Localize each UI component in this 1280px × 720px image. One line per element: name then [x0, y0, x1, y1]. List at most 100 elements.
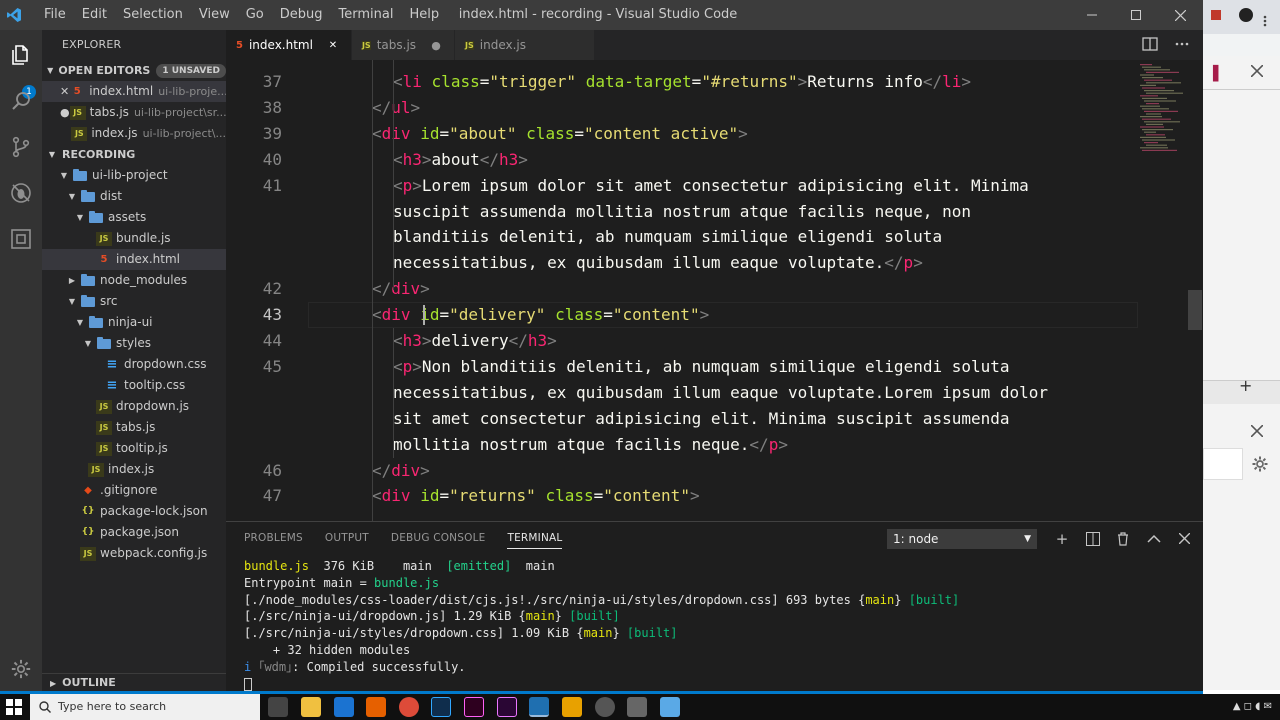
- menu-item-terminal[interactable]: Terminal: [331, 0, 402, 30]
- new-terminal-button[interactable]: +: [1051, 528, 1073, 550]
- maximize-button[interactable]: [1114, 0, 1158, 30]
- debug-activity-button[interactable]: [0, 170, 42, 216]
- open-editors-header[interactable]: ▼ OPEN EDITORS 1 UNSAVED: [42, 60, 226, 81]
- chrome-icon[interactable]: [399, 697, 419, 717]
- close-window-button[interactable]: [1158, 0, 1202, 30]
- tab-tabs-js[interactable]: JS tabs.js ●: [351, 30, 456, 60]
- tree-item-label: .gitignore: [100, 483, 158, 497]
- sublime-icon[interactable]: [562, 697, 582, 717]
- tree-item-label: node_modules: [100, 273, 188, 287]
- tree-item[interactable]: ▶ node_modules: [42, 270, 226, 291]
- tree-item[interactable]: ▼ src: [42, 291, 226, 312]
- premiere-icon[interactable]: [497, 697, 517, 717]
- menu-item-debug[interactable]: Debug: [272, 0, 331, 30]
- gear-icon[interactable]: [1251, 455, 1269, 477]
- close-icon[interactable]: ✕: [60, 81, 69, 102]
- tree-item[interactable]: JS index.js: [42, 459, 226, 480]
- plus-icon[interactable]: +: [1239, 376, 1252, 395]
- kill-terminal-button[interactable]: [1112, 528, 1134, 550]
- xd-icon[interactable]: [464, 697, 484, 717]
- unsaved-dot-icon[interactable]: ●: [428, 39, 444, 52]
- menu-item-edit[interactable]: Edit: [74, 0, 115, 30]
- search-activity-button[interactable]: [0, 78, 42, 124]
- menu-item-selection[interactable]: Selection: [115, 0, 191, 30]
- obs-icon[interactable]: [595, 697, 615, 717]
- panel-tab-debug-console[interactable]: DEBUG CONSOLE: [391, 532, 486, 549]
- open-editor-item[interactable]: ● JS tabs.js ui-lib-project\sr...: [42, 102, 226, 123]
- extensions-activity-button[interactable]: [0, 216, 42, 262]
- minimize-button[interactable]: [1070, 0, 1114, 30]
- minimap-line: [1144, 142, 1158, 144]
- folder-icon: [80, 273, 96, 288]
- manage-activity-button[interactable]: [0, 646, 42, 692]
- split-editor-icon[interactable]: [1142, 36, 1158, 52]
- project-header[interactable]: ▼ RECORDING: [42, 144, 226, 165]
- tab-index-js[interactable]: JS index.js: [455, 30, 596, 60]
- minimap-line: [1144, 100, 1176, 102]
- split-terminal-button[interactable]: [1082, 528, 1104, 550]
- chevron-right-icon: ▶: [68, 276, 76, 285]
- menu-item-go[interactable]: Go: [238, 0, 272, 30]
- code-editor[interactable]: 37 <li class="trigger" data-target="#retu…: [226, 60, 1203, 521]
- tree-item[interactable]: ▼ ui-lib-project: [42, 165, 226, 186]
- panel-tab-output[interactable]: OUTPUT: [325, 532, 369, 549]
- terminal-output[interactable]: bundle.js 376 KiB main [emitted] main Ent…: [244, 558, 959, 692]
- tree-item[interactable]: JS bundle.js: [42, 228, 226, 249]
- tree-item[interactable]: 5 index.html: [42, 249, 226, 270]
- close-panel-button[interactable]: [1173, 528, 1195, 550]
- taskbar-search-box[interactable]: Type here to search: [30, 694, 260, 720]
- open-editor-path: ui-lib-project\...: [142, 127, 226, 140]
- code-text: <h3>delivery</h3>: [393, 328, 557, 354]
- tab-index-html[interactable]: 5 index.html ✕: [226, 30, 352, 60]
- panel-tab-terminal[interactable]: TERMINAL: [507, 532, 563, 549]
- edge-icon[interactable]: [334, 697, 354, 717]
- indent-guide: [372, 60, 373, 521]
- app-icon[interactable]: [660, 697, 680, 717]
- tree-item[interactable]: JS tabs.js: [42, 417, 226, 438]
- more-actions-icon[interactable]: [1174, 36, 1190, 52]
- source-control-activity-button[interactable]: [0, 124, 42, 170]
- open-editor-item[interactable]: ✕ 5 index.html ui-lib-proje...: [42, 81, 226, 102]
- tree-item[interactable]: ▼ dist: [42, 186, 226, 207]
- tree-item[interactable]: {} package-lock.json: [42, 501, 226, 522]
- tree-item[interactable]: {} package.json: [42, 522, 226, 543]
- tree-item[interactable]: JS tooltip.js: [42, 438, 226, 459]
- code-text: blanditiis deleniti, ab numquam similiqu…: [393, 224, 942, 250]
- maximize-panel-button[interactable]: [1143, 528, 1165, 550]
- windows-start-icon[interactable]: [6, 699, 22, 715]
- photoshop-icon[interactable]: [431, 697, 451, 717]
- minimap-line: [1142, 149, 1177, 151]
- tree-item[interactable]: JS dropdown.js: [42, 396, 226, 417]
- terminal-select[interactable]: 1: node ▼: [887, 529, 1037, 549]
- panel-tab-problems[interactable]: PROBLEMS: [244, 532, 303, 549]
- outline-header[interactable]: ▶ OUTLINE: [42, 673, 226, 691]
- tree-item[interactable]: ◆ .gitignore: [42, 480, 226, 501]
- tree-item[interactable]: ▼ assets: [42, 207, 226, 228]
- task-view-icon[interactable]: [268, 697, 288, 717]
- editor-scrollbar[interactable]: [1188, 290, 1202, 330]
- firefox-icon[interactable]: [366, 697, 386, 717]
- explorer-activity-button[interactable]: [0, 32, 42, 78]
- tree-item[interactable]: ≡ dropdown.css: [42, 354, 226, 375]
- vscode-taskbar-icon[interactable]: [529, 697, 549, 717]
- close-tab-icon[interactable]: ✕: [325, 40, 341, 51]
- app-icon[interactable]: [627, 697, 647, 717]
- tree-item[interactable]: ▼ styles: [42, 333, 226, 354]
- tree-item[interactable]: ≡ tooltip.css: [42, 375, 226, 396]
- terminal-text: [./src/ninja-ui/styles/dropdown.css] 1.0…: [244, 626, 584, 641]
- menu-item-view[interactable]: View: [191, 0, 238, 30]
- menu-bar: File Edit Selection View Go Debug Terminal Help: [36, 0, 447, 30]
- tree-item[interactable]: ▼ ninja-ui: [42, 312, 226, 333]
- file-explorer-icon[interactable]: [301, 697, 321, 717]
- minimap[interactable]: [1138, 60, 1188, 160]
- close-icon[interactable]: [1250, 62, 1264, 81]
- open-editor-item[interactable]: JS index.js ui-lib-project\...: [42, 123, 226, 144]
- menu-item-help[interactable]: Help: [401, 0, 447, 30]
- tree-item[interactable]: JS webpack.config.js: [42, 543, 226, 564]
- indent-guide: [393, 328, 394, 458]
- menu-item-file[interactable]: File: [36, 0, 74, 30]
- close-icon[interactable]: [1250, 422, 1264, 441]
- filter-input[interactable]: [1203, 448, 1243, 480]
